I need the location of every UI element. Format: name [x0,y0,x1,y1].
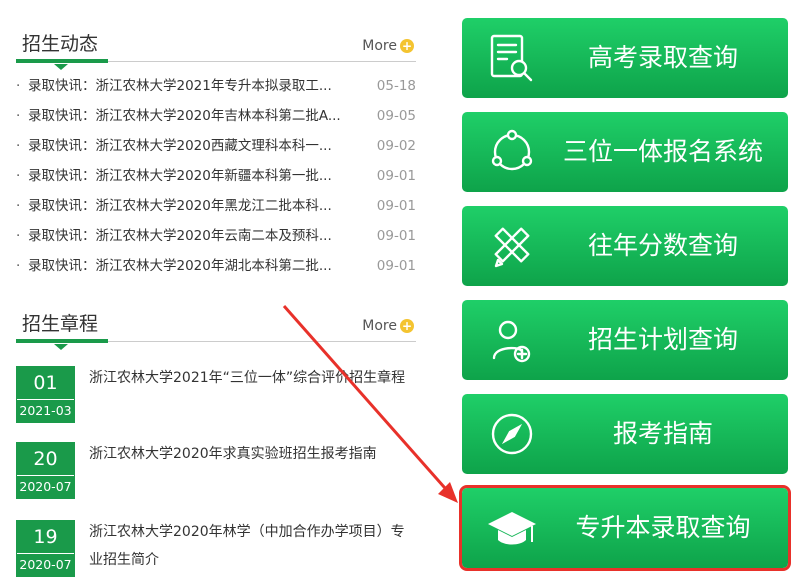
user-add-icon [492,320,531,363]
admission-news-more-link[interactable]: More + [362,38,414,54]
button-label: 高考录取查询 [587,43,738,72]
plus-circle-icon: + [400,319,414,333]
news-date: 09-01 [376,198,416,214]
news-date: 09-02 [376,138,416,154]
rule-title[interactable]: 浙江农林大学2020年林学（中加合作办学项目）专业招生简介 [89,518,416,574]
news-title[interactable]: 录取快讯：浙江农林大学2020年吉林本科第二批A... [28,101,376,131]
rule-item[interactable]: 01 2021-03 浙江农林大学2021年“三位一体”综合评价招生章程 [16,366,416,428]
date-day: 19 [17,521,74,554]
graduation-cap-icon [488,512,536,545]
news-date: 09-05 [376,108,416,124]
rule-item[interactable]: 20 2020-07 浙江农林大学2020年求真实验班招生报考指南 [16,442,416,504]
pencil-ruler-icon [494,227,530,268]
date-year-month: 2021-03 [19,403,72,418]
date-year-month: 2020-07 [19,479,72,494]
admission-rules-header: 招生章程 More + [16,302,416,350]
news-title[interactable]: 录取快讯：浙江农林大学2020年云南二本及预科... [28,221,376,251]
news-title[interactable]: 录取快讯：浙江农林大学2020年湖北本科第二批... [28,251,376,281]
past-scores-query-button[interactable]: 往年分数查询 [462,206,788,286]
admission-rules-more-link[interactable]: More + [362,318,414,334]
admission-rules-title: 招生章程 [22,313,99,335]
date-badge: 19 2020-07 [16,520,75,577]
news-title[interactable]: 录取快讯：浙江农林大学2021年专升本拟录取工... [28,71,376,101]
more-label: More [362,318,397,334]
three-in-one-registration-button[interactable]: 三位一体报名系统 [462,112,788,192]
admission-news-header: 招生动态 More + [16,22,416,70]
news-title[interactable]: 录取快讯：浙江农林大学2020年黑龙江二批本科... [28,191,376,221]
rule-item[interactable]: 19 2020-07 浙江农林大学2020年林学（中加合作办学项目）专业招生简介 [16,520,416,582]
admission-news-panel: 招生动态 More + · 录取快讯：浙江农林大学2021年专升本拟录取工... 0… [16,22,416,292]
button-label: 招生计划查询 [587,325,738,354]
date-badge: 20 2020-07 [16,442,75,499]
rule-title[interactable]: 浙江农林大学2020年求真实验班招生报考指南 [89,440,416,468]
date-year-month: 2020-07 [19,557,72,572]
application-guide-button[interactable]: 报考指南 [462,394,788,474]
header-caret [54,64,68,70]
admission-plan-query-button[interactable]: 招生计划查询 [462,300,788,380]
news-item[interactable]: · 录取快讯：浙江农林大学2020年新疆本科第一批... 09-01 [16,161,416,191]
header-accent-bar [16,339,108,343]
news-item[interactable]: · 录取快讯：浙江农林大学2021年专升本拟录取工... 05-18 [16,71,416,101]
document-search-icon [490,34,533,82]
header-accent-bar [16,59,108,63]
news-item[interactable]: · 录取快讯：浙江农林大学2020年黑龙江二批本科... 09-01 [16,191,416,221]
button-label: 报考指南 [612,419,713,448]
header-caret [54,344,68,350]
cycle-icon [491,129,533,171]
gaokao-admission-query-button[interactable]: 高考录取查询 [462,18,788,98]
news-date: 05-18 [376,78,416,94]
button-label: 往年分数查询 [587,231,738,260]
news-item[interactable]: · 录取快讯：浙江农林大学2020年云南二本及预科... 09-01 [16,221,416,251]
date-badge: 01 2021-03 [16,366,75,423]
news-date: 09-01 [376,228,416,244]
admission-news-list: · 录取快讯：浙江农林大学2021年专升本拟录取工... 05-18 · 录取快讯：浙… [16,71,416,281]
button-label: 三位一体报名系统 [562,137,763,166]
date-day: 01 [17,367,74,400]
more-label: More [362,38,397,54]
news-item[interactable]: · 录取快讯：浙江农林大学2020年湖北本科第二批... 09-01 [16,251,416,281]
news-date: 09-01 [376,168,416,184]
rule-title[interactable]: 浙江农林大学2021年“三位一体”综合评价招生章程 [89,364,416,392]
admission-rules-panel: 招生章程 More + 01 2021-03 浙江农林大学2021年“三位一体”… [16,302,416,584]
compass-icon [491,413,533,455]
date-day: 20 [17,443,74,476]
button-label: 专升本录取查询 [575,513,751,542]
news-item[interactable]: · 录取快讯：浙江农林大学2020西藏文理科本科一... 09-02 [16,131,416,161]
plus-circle-icon: + [400,39,414,53]
news-item[interactable]: · 录取快讯：浙江农林大学2020年吉林本科第二批A... 09-05 [16,101,416,131]
news-title[interactable]: 录取快讯：浙江农林大学2020年新疆本科第一批... [28,161,376,191]
news-title[interactable]: 录取快讯：浙江农林大学2020西藏文理科本科一... [28,131,376,161]
upgrade-admission-query-button[interactable]: 专升本录取查询 [462,488,788,568]
admission-news-title: 招生动态 [22,33,99,55]
news-date: 09-01 [376,258,416,274]
